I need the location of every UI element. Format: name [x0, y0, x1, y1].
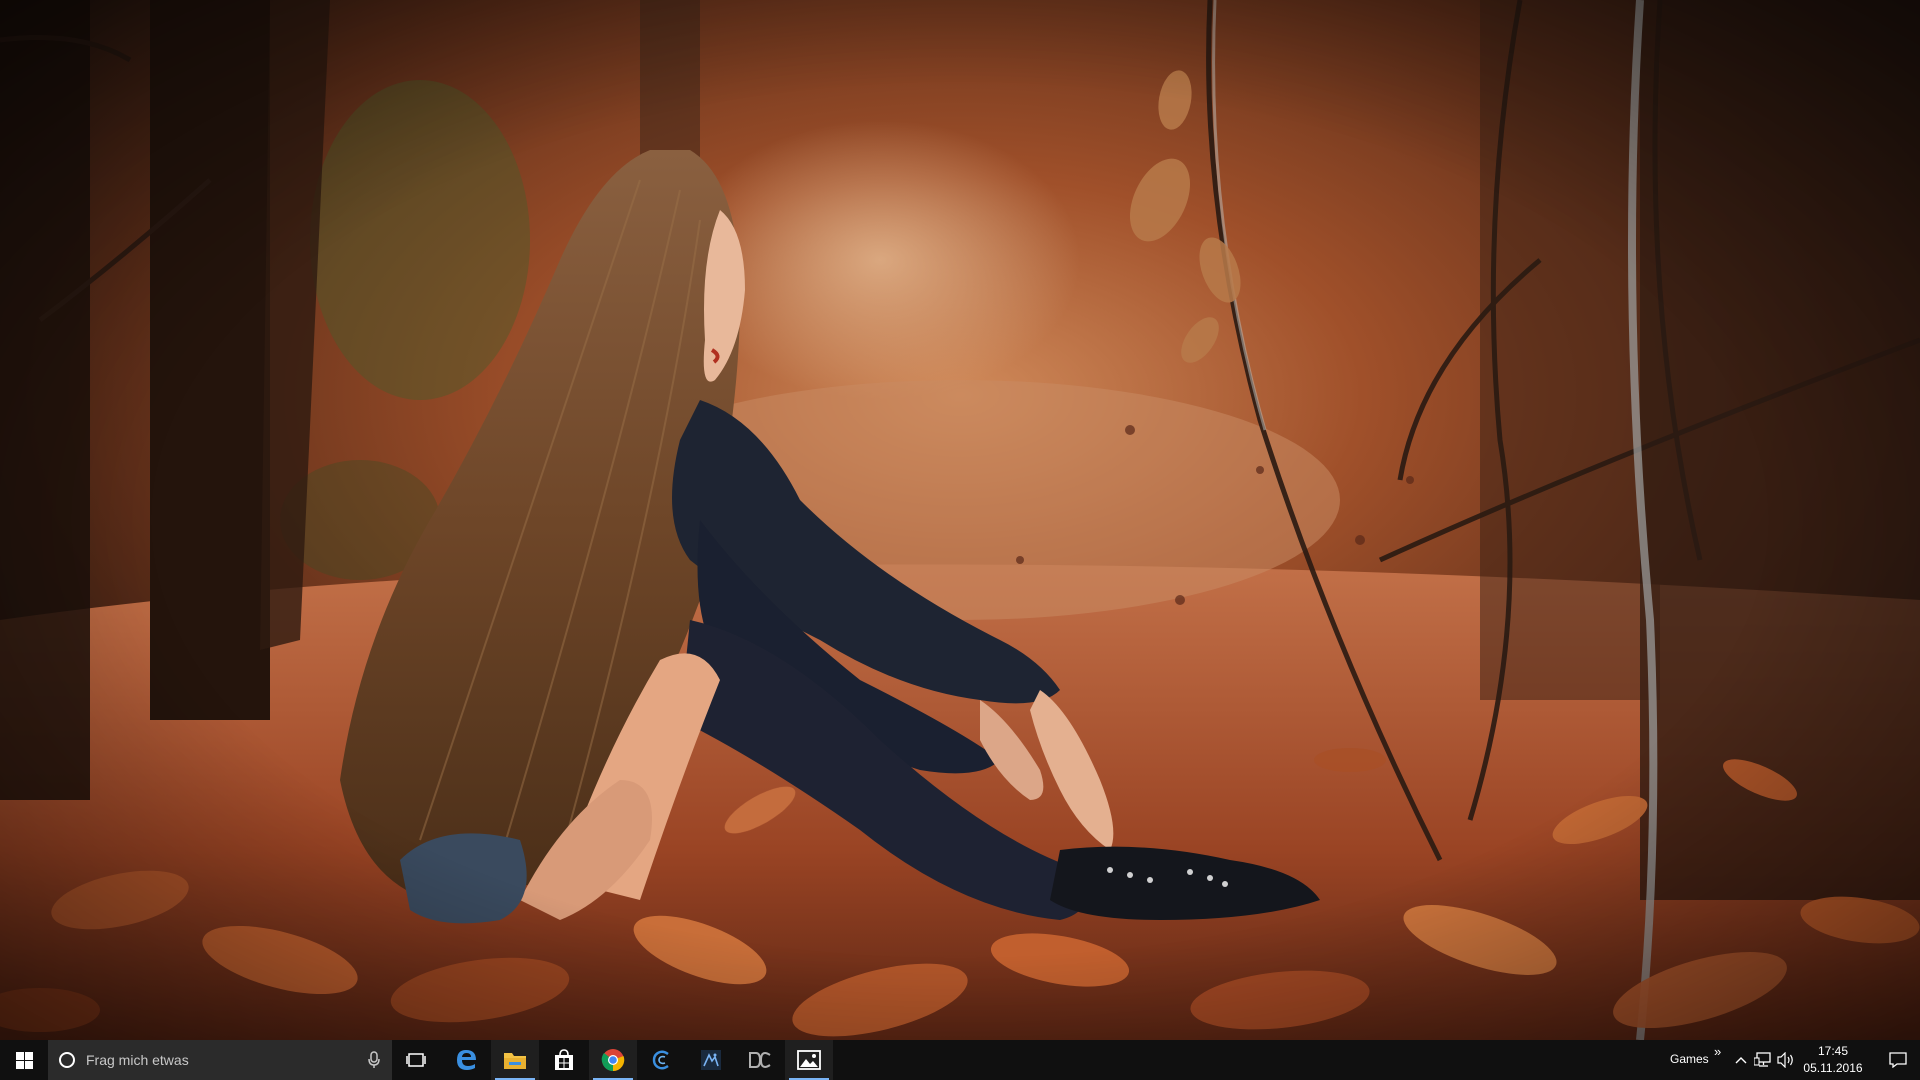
dark-app-icon [701, 1050, 721, 1070]
taskbar-app-store[interactable] [540, 1040, 588, 1080]
games-toolbar-label[interactable]: Games [1670, 1052, 1709, 1066]
network-icon [1754, 1052, 1771, 1067]
wallpaper-image [0, 0, 1920, 1040]
windows-logo-icon [15, 1051, 33, 1069]
taskbar-app-dc[interactable] [736, 1040, 784, 1080]
notification-icon [1889, 1052, 1907, 1068]
taskbar-clock[interactable]: 17:45 05.11.2016 [1790, 1043, 1876, 1077]
c-app-icon [652, 1050, 669, 1070]
taskbar: Frag mich etwas Games » 17:45 05.11.2016 [0, 1040, 1920, 1080]
taskbar-app-c[interactable] [638, 1040, 686, 1080]
taskbar-app-photos[interactable] [785, 1040, 833, 1080]
chrome-icon [601, 1049, 625, 1072]
folder-icon [504, 1053, 526, 1069]
toolbar-overflow-chevron-icon[interactable]: » [1714, 1044, 1721, 1059]
start-button[interactable] [0, 1040, 48, 1080]
clock-date: 05.11.2016 [1803, 1061, 1863, 1075]
dc-app-icon [749, 1051, 771, 1069]
action-center-button[interactable] [1878, 1040, 1918, 1080]
task-view-icon [406, 1053, 426, 1067]
microphone-icon[interactable] [368, 1051, 380, 1074]
desktop-wallpaper [0, 0, 1920, 1040]
search-placeholder: Frag mich etwas [86, 1052, 189, 1068]
task-view-button[interactable] [392, 1040, 440, 1080]
taskbar-app-dark[interactable] [687, 1040, 735, 1080]
photos-icon [797, 1050, 821, 1070]
show-hidden-icons-button[interactable] [1732, 1040, 1750, 1080]
network-button[interactable] [1752, 1040, 1774, 1080]
taskbar-app-chrome[interactable] [589, 1040, 637, 1080]
chevron-up-icon [1735, 1057, 1747, 1064]
taskbar-app-edge[interactable] [442, 1040, 490, 1080]
cortana-circle-icon [58, 1051, 76, 1069]
clock-time: 17:45 [1817, 1044, 1849, 1058]
edge-icon [457, 1050, 476, 1070]
taskbar-app-file-explorer[interactable] [491, 1040, 539, 1080]
store-icon [555, 1049, 573, 1070]
search-box[interactable]: Frag mich etwas [48, 1040, 392, 1080]
